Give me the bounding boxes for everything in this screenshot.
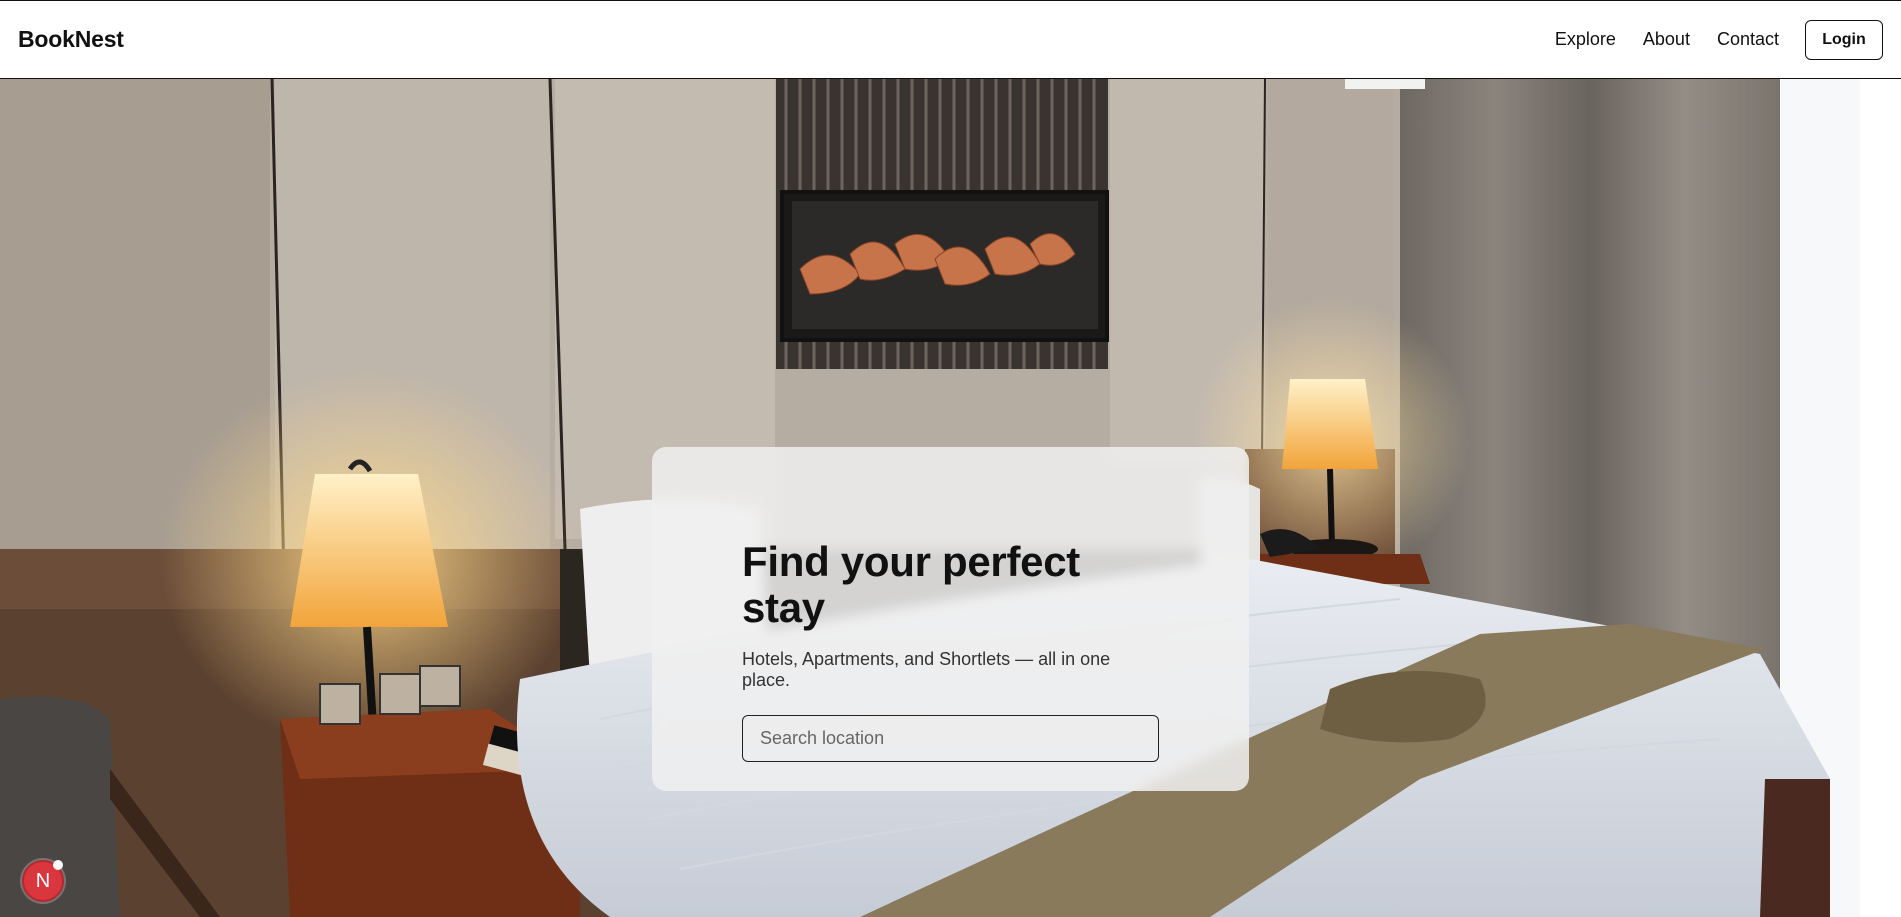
nav-link-explore[interactable]: Explore [1555, 29, 1616, 50]
nav-link-contact[interactable]: Contact [1717, 29, 1779, 50]
notification-dot-icon [53, 860, 63, 870]
hero-title: Find your perfect stay [742, 538, 1080, 632]
main-nav: Explore About Contact Login [1555, 19, 1883, 60]
nav-link-about[interactable]: About [1643, 29, 1690, 50]
hero-subtitle: Hotels, Apartments, and Shortlets — all … [742, 649, 1111, 691]
location-search-input[interactable] [742, 715, 1159, 763]
hero-section: Find your perfect stay Hotels, Apartment… [0, 79, 1901, 917]
top-nav-bar: BookNest Explore About Contact Login [0, 0, 1901, 79]
brand-logo[interactable]: BookNest [18, 26, 124, 53]
search-card: Find your perfect stay Hotels, Apartment… [652, 447, 1249, 791]
badge-letter: N [35, 869, 51, 892]
login-button[interactable]: Login [1805, 19, 1883, 60]
